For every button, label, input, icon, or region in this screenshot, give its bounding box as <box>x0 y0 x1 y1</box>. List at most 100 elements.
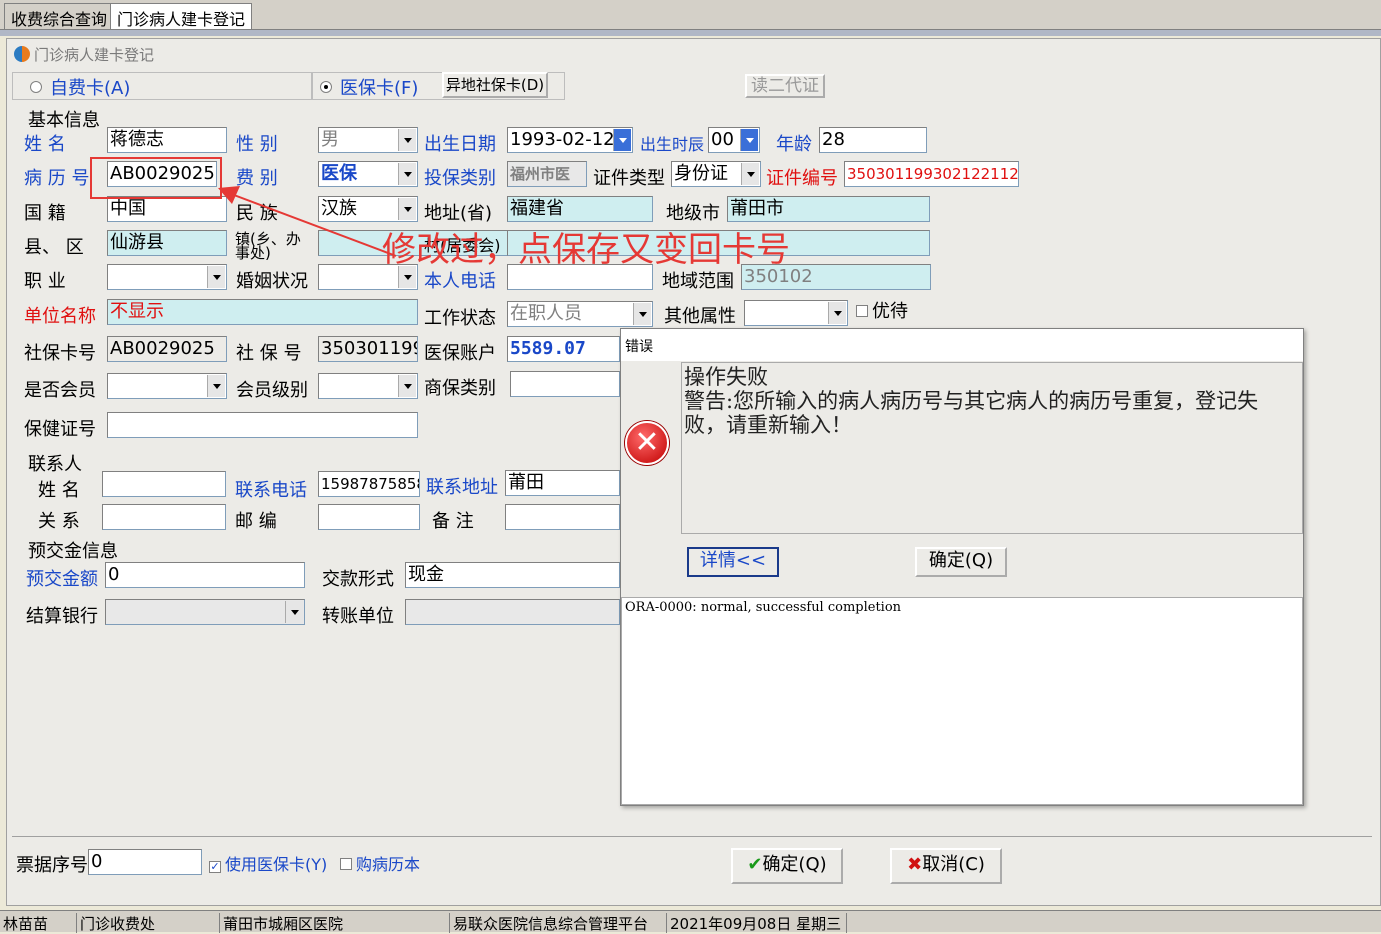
read-id-button[interactable]: 读二代证 <box>745 74 825 98</box>
error-icon: ✕ <box>625 421 669 465</box>
bank-label: 结算银行 <box>26 606 98 627</box>
chevron-down-icon[interactable] <box>633 303 651 325</box>
med-account-input[interactable]: 5589.07 <box>507 336 620 362</box>
chevron-down-icon[interactable] <box>740 129 758 151</box>
status-dept: 门诊收费处 <box>76 913 155 933</box>
contact-relation-input[interactable] <box>102 504 226 530</box>
gender-select[interactable]: 男 <box>318 127 418 153</box>
remote-insurance-button[interactable]: 异地社保卡(D) <box>442 72 548 98</box>
cancel-button[interactable]: ✖取消(C) <box>890 848 1002 884</box>
county-label: 县、 区 <box>24 237 84 258</box>
contact-phone-input[interactable]: 15987875858 <box>318 471 420 497</box>
app-logo-icon <box>14 46 30 62</box>
transfer-input[interactable] <box>405 599 620 625</box>
buy-record-checkbox[interactable]: 购病历本 <box>340 851 420 875</box>
contact-title: 联系人 <box>26 450 84 476</box>
company-label: 单位名称 <box>24 306 96 327</box>
job-label: 职 业 <box>24 271 66 292</box>
dialog-ok-button[interactable]: 确定(Q) <box>915 547 1007 577</box>
footer-divider <box>12 836 1372 837</box>
age-input[interactable]: 28 <box>819 127 927 153</box>
health-label: 保健证号 <box>24 419 96 440</box>
member-level-select[interactable] <box>318 373 418 399</box>
priority-checkbox[interactable]: 优待 <box>856 297 908 323</box>
receipt-input[interactable]: 0 <box>88 849 202 875</box>
nation-label: 国 籍 <box>24 203 66 224</box>
member-level-label: 会员级别 <box>236 380 308 401</box>
id-type-select[interactable]: 身份证 <box>671 161 761 187</box>
status-platform: 易联众医院信息综合管理平台 <box>449 913 648 933</box>
social-card-input[interactable]: AB0029025 <box>107 336 227 362</box>
chevron-down-icon[interactable] <box>828 302 846 324</box>
panel-title: 门诊病人建卡登记 <box>14 44 154 65</box>
dialog-message: 操作失败 警告:您所输入的病人病历号与其它病人的病历号重复，登记失败，请重新输入… <box>681 362 1303 534</box>
error-dialog: 错误 ✕ 操作失败 警告:您所输入的病人病历号与其它病人的病历号重复，登记失败，… <box>620 328 1304 806</box>
annotation-arrow-icon <box>218 186 397 257</box>
details-button[interactable]: 详情<< <box>687 547 779 577</box>
chevron-down-icon[interactable] <box>398 163 416 185</box>
record-label: 病 历 号 <box>24 168 90 189</box>
chevron-down-icon[interactable] <box>207 266 225 288</box>
contact-remark-input[interactable] <box>505 504 620 530</box>
work-status-label: 工作状态 <box>424 308 496 329</box>
id-no-input[interactable]: 350301199302122112 <box>844 161 1019 187</box>
health-input[interactable] <box>107 412 418 438</box>
tab-strip: 收费综合查询 门诊病人建卡登记 <box>0 0 1381 30</box>
tab-charge-query[interactable]: 收费综合查询 <box>4 3 115 29</box>
company-input[interactable]: 不显示 <box>107 299 418 325</box>
ok-button[interactable]: ✔确定(Q) <box>731 848 843 884</box>
annotation-text: 修改过，点保存又变回卡号 <box>382 230 790 270</box>
pay-form-label: 交款形式 <box>322 569 394 590</box>
chevron-down-icon[interactable] <box>398 198 416 220</box>
contact-address-input[interactable]: 莆田 <box>505 470 620 496</box>
other-attr-label: 其他属性 <box>664 306 736 327</box>
close-icon: ✖ <box>907 854 923 875</box>
chevron-down-icon[interactable] <box>741 163 759 185</box>
insure-type-label: 投保类别 <box>424 168 496 189</box>
tab-card-registration[interactable]: 门诊病人建卡登记 <box>110 3 253 29</box>
contact-name-input[interactable] <box>102 471 226 497</box>
separator-bar <box>0 30 1381 36</box>
pay-form-select[interactable]: 现金 <box>405 562 620 588</box>
name-input[interactable]: 蒋德志 <box>107 127 227 153</box>
status-empty <box>846 913 850 933</box>
work-status-select[interactable]: 在职人员 <box>507 301 653 327</box>
insurance-card-radio[interactable]: 医保卡(F) <box>320 74 418 100</box>
marriage-label: 婚姻状况 <box>236 271 308 292</box>
contact-zip-input[interactable] <box>318 504 420 530</box>
deposit-title: 预交金信息 <box>26 537 120 563</box>
chevron-down-icon[interactable] <box>613 129 631 151</box>
use-insurance-checkbox[interactable]: ✓ 使用医保卡(Y) <box>209 851 327 875</box>
chevron-down-icon[interactable] <box>398 129 416 151</box>
chevron-down-icon[interactable] <box>398 375 416 397</box>
self-pay-radio[interactable]: 自费卡(A) <box>30 74 130 100</box>
deposit-amount-label: 预交金额 <box>26 569 98 590</box>
bank-select[interactable] <box>105 599 305 625</box>
status-hospital: 莆田市城厢区医院 <box>219 913 343 933</box>
province-input[interactable]: 福建省 <box>507 196 653 222</box>
receipt-label: 票据序号 <box>16 855 88 876</box>
job-select[interactable] <box>107 264 227 290</box>
member-select[interactable] <box>107 373 227 399</box>
social-no-input[interactable]: 35030119930 <box>318 336 418 362</box>
birth-input[interactable]: 1993-02-12 <box>507 127 633 153</box>
chevron-down-icon[interactable] <box>207 375 225 397</box>
birth-hour-select[interactable]: 00 <box>708 127 760 153</box>
id-type-label: 证件类型 <box>593 168 665 189</box>
id-no-label: 证件编号 <box>766 168 838 189</box>
deposit-amount-input[interactable]: 0 <box>105 562 305 588</box>
status-bar: 林苗苗 门诊收费处 莆田市城厢区医院 易联众医院信息综合管理平台 2021年09… <box>0 910 1381 933</box>
commercial-input[interactable] <box>510 371 620 397</box>
commercial-label: 商保类别 <box>424 378 496 399</box>
dialog-detail-text: ORA-0000: normal, successful completion <box>621 597 1303 805</box>
contact-relation-label: 关 系 <box>38 511 80 532</box>
contact-remark-label: 备 注 <box>432 511 474 532</box>
city-input[interactable]: 莆田市 <box>727 196 930 222</box>
social-no-label: 社 保 号 <box>236 343 302 364</box>
name-label: 姓 名 <box>24 134 66 155</box>
other-attr-select[interactable] <box>744 300 848 326</box>
chevron-down-icon[interactable] <box>285 601 303 623</box>
gender-label: 性 别 <box>236 134 278 155</box>
birth-label: 出生日期 <box>424 134 496 155</box>
insure-type-input[interactable]: 福州市医 <box>507 161 587 187</box>
